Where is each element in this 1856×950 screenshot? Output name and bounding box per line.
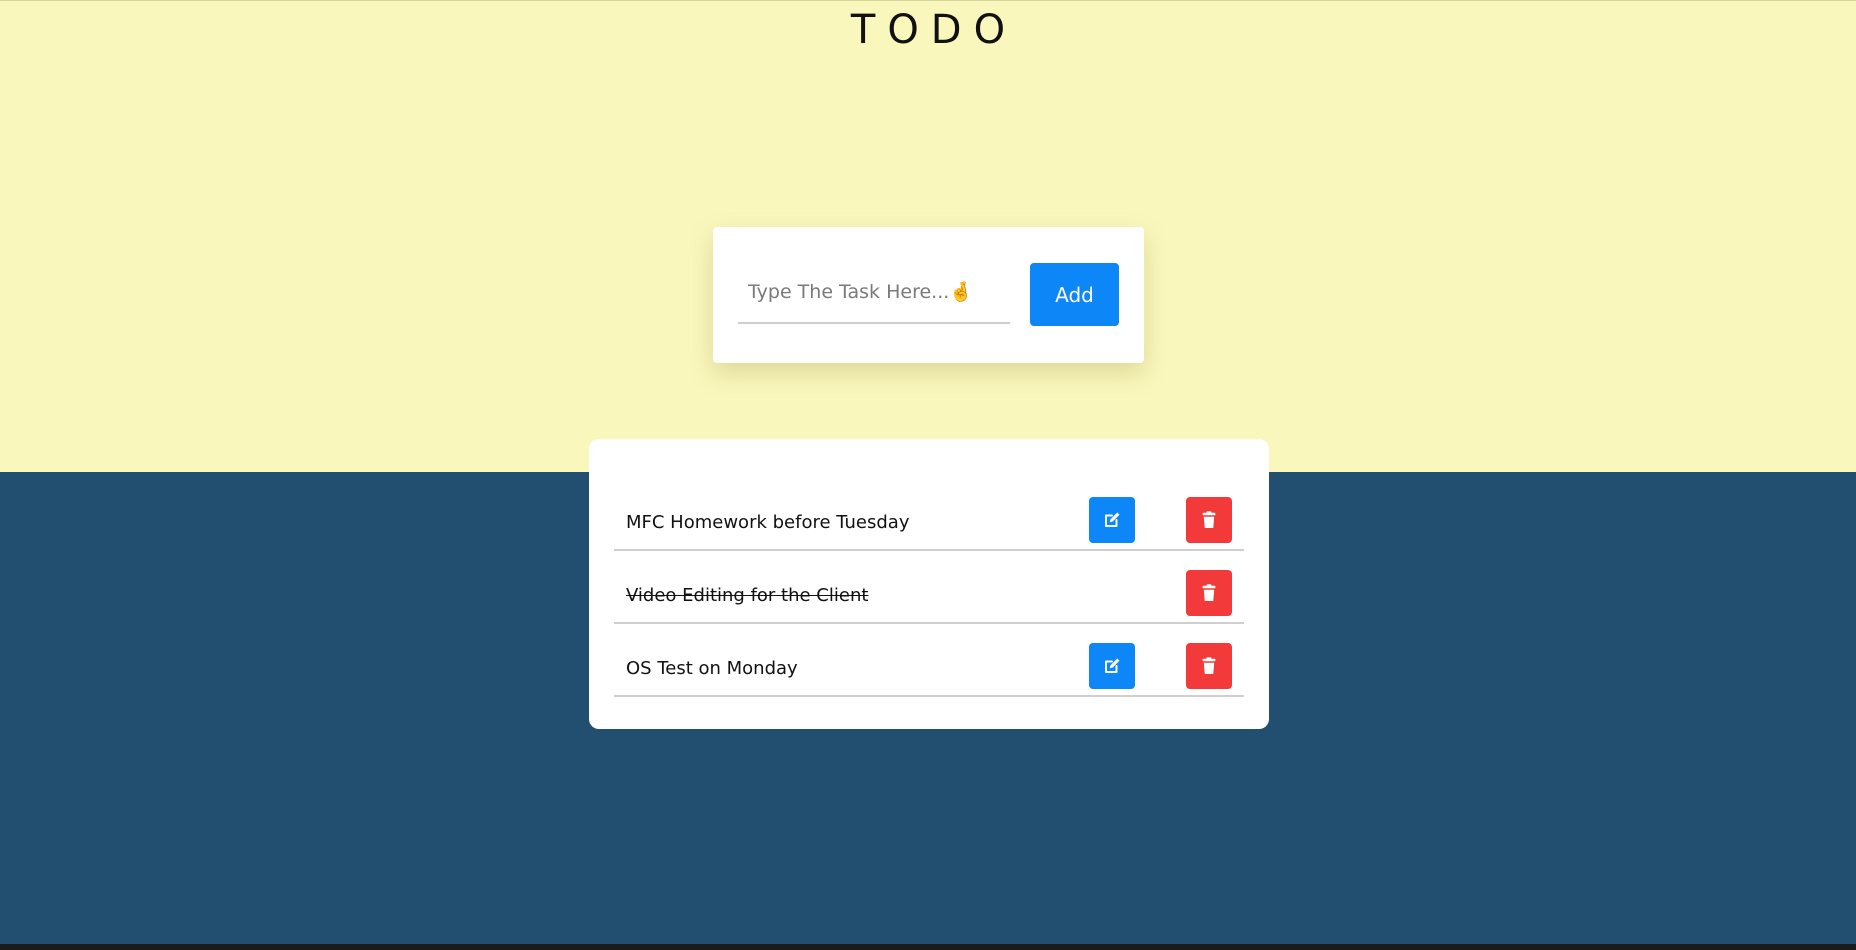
task-text: OS Test on Monday [626, 658, 798, 679]
task-row: Video Editing for the Client [614, 551, 1244, 624]
task-list: MFC Homework before Tuesday Video Editin… [614, 491, 1244, 697]
edit-icon [1105, 658, 1120, 673]
task-text: Video Editing for the Client [626, 585, 869, 606]
edit-button[interactable] [1089, 497, 1135, 543]
delete-button[interactable] [1186, 643, 1232, 689]
app-title: TODO [850, 7, 1018, 53]
task-row: MFC Homework before Tuesday [614, 491, 1244, 551]
trash-icon [1202, 584, 1216, 601]
task-text: MFC Homework before Tuesday [626, 512, 910, 533]
bottom-edge [0, 944, 1856, 950]
edit-icon [1105, 512, 1120, 527]
trash-icon [1202, 657, 1216, 674]
task-input[interactable] [738, 262, 1010, 324]
delete-button[interactable] [1186, 570, 1232, 616]
task-list-card: MFC Homework before Tuesday Video Editin… [589, 439, 1269, 729]
edit-button[interactable] [1089, 643, 1135, 689]
add-button[interactable]: Add [1030, 263, 1119, 326]
trash-icon [1202, 511, 1216, 528]
delete-button[interactable] [1186, 497, 1232, 543]
todo-page: TODO Add MFC Homework before Tuesday [0, 0, 1856, 950]
task-row: OS Test on Monday [614, 624, 1244, 697]
task-input-card: Add [713, 227, 1144, 363]
